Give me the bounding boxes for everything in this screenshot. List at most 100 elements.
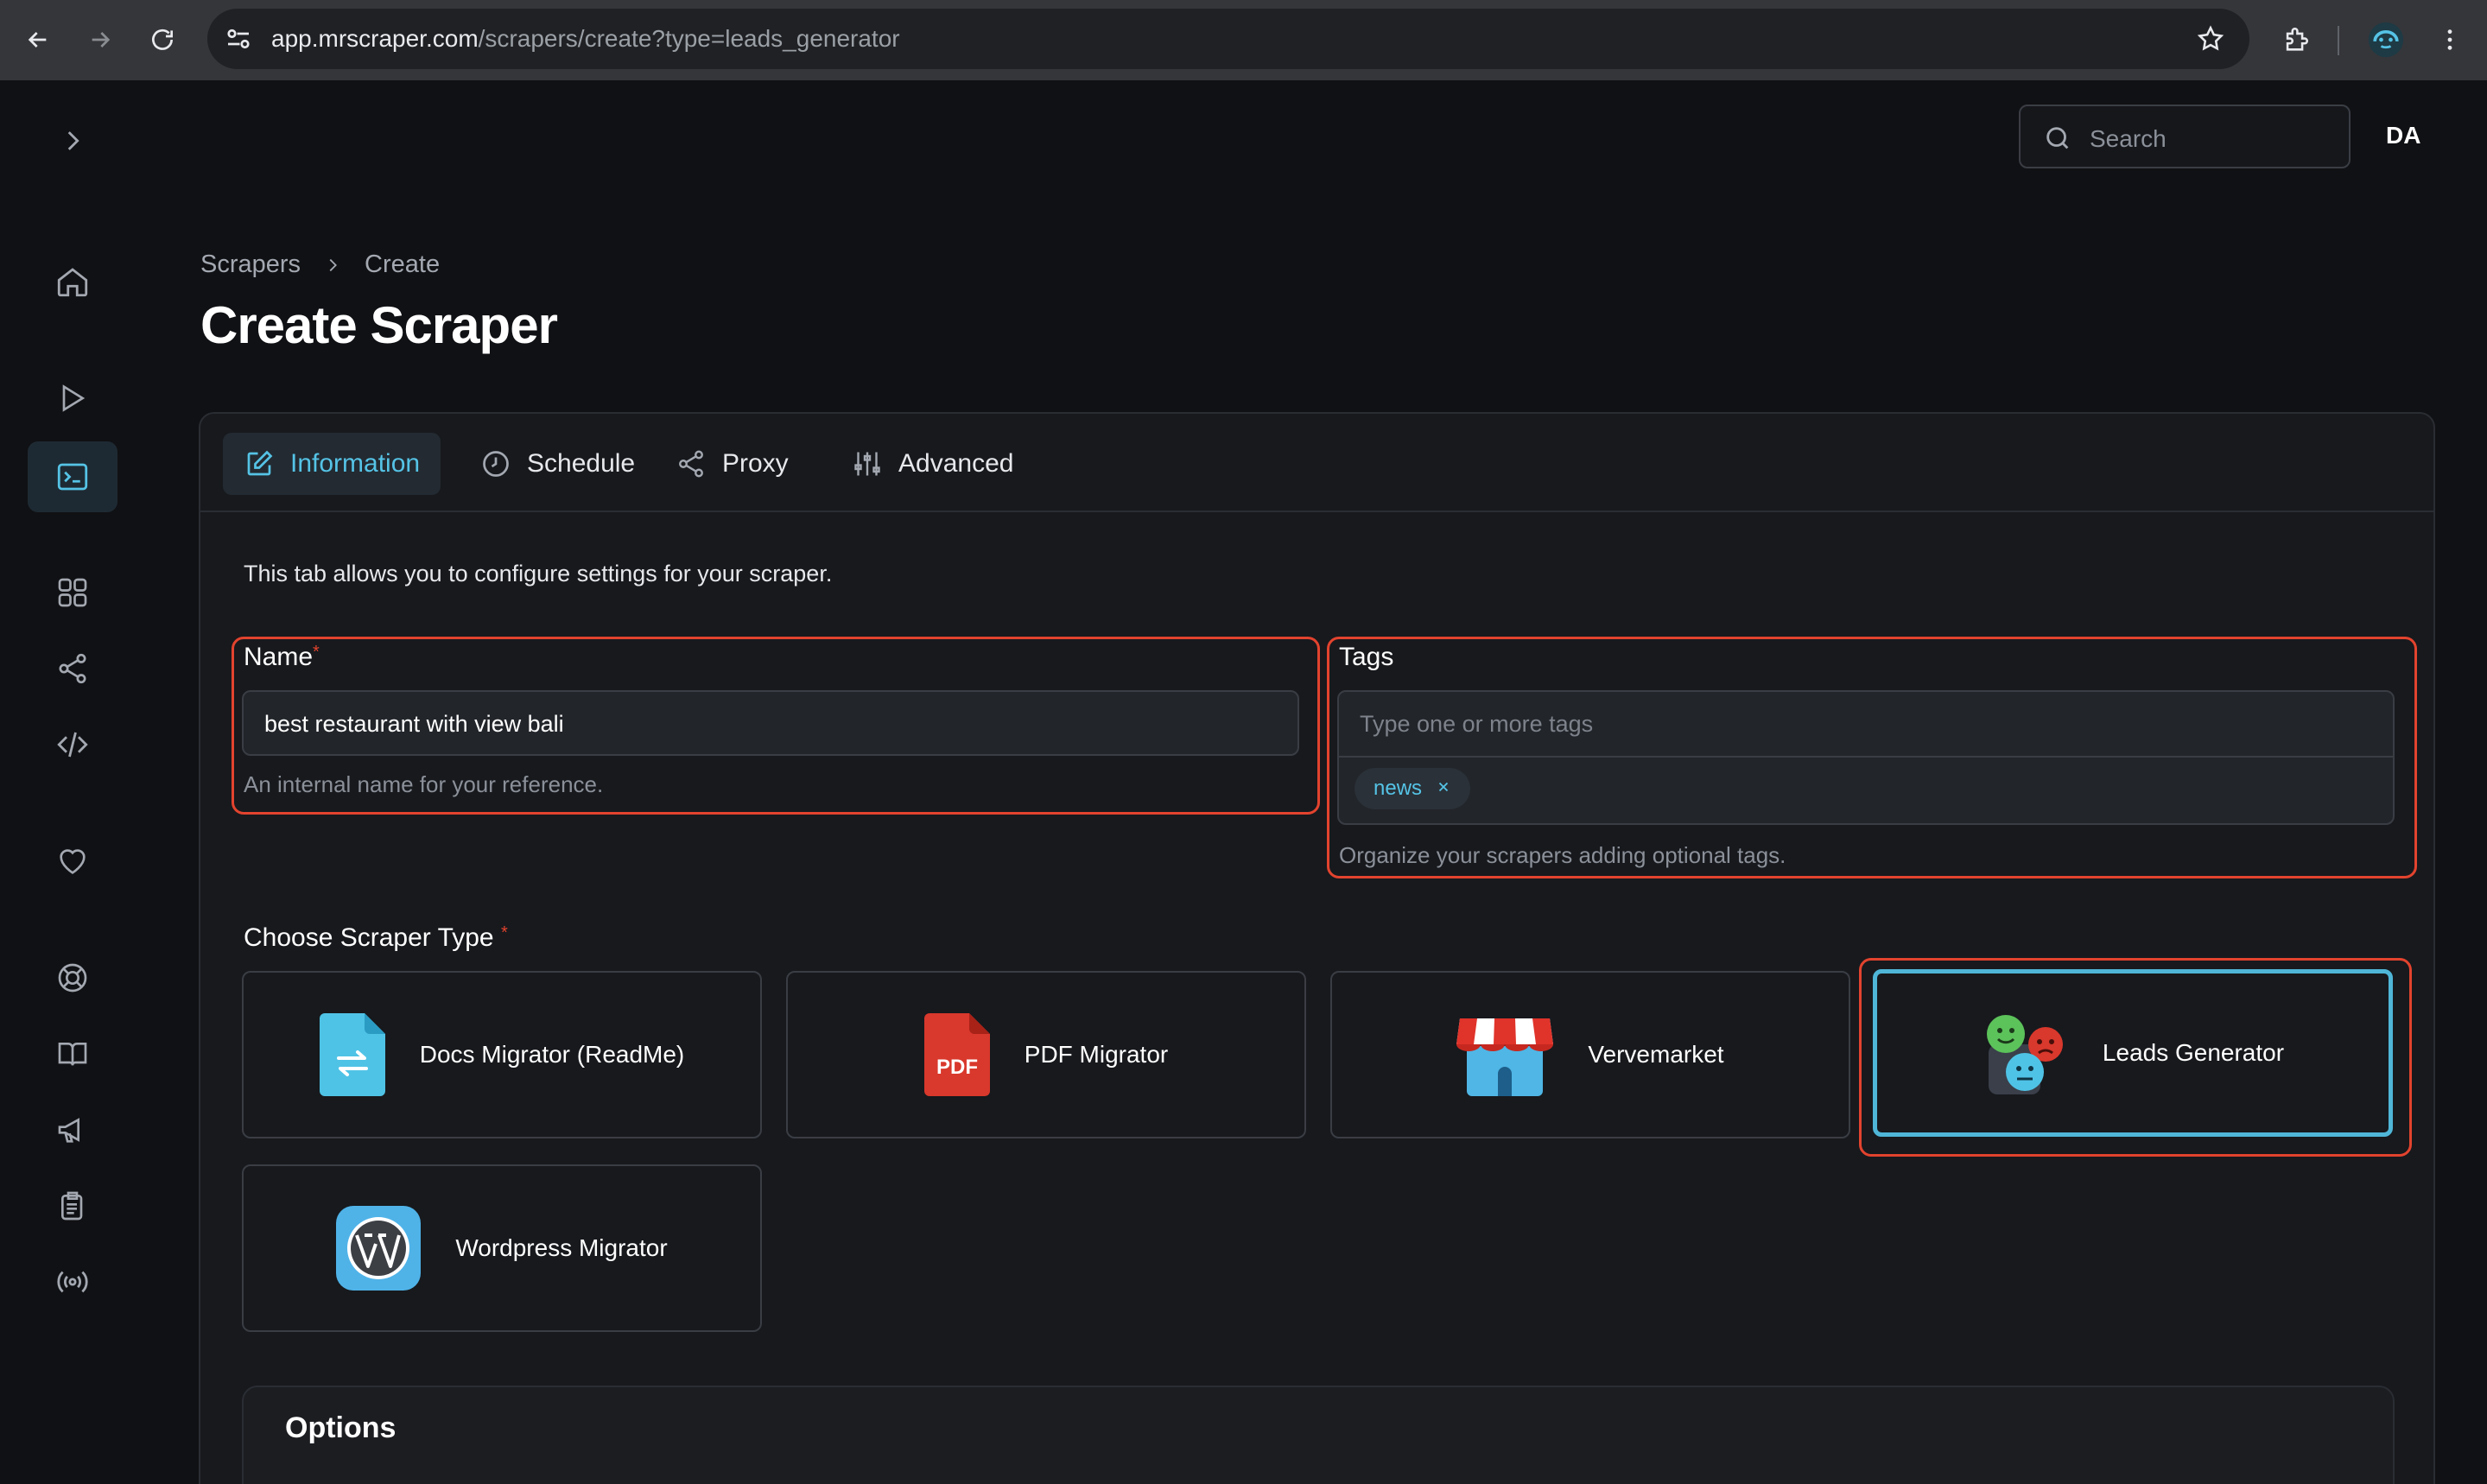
profile-button[interactable] <box>2365 19 2407 60</box>
scraper-form-card: Information Schedule Proxy Advanced This… <box>199 412 2435 1484</box>
scraper-type-wordpress-migrator[interactable]: Wordpress Migrator <box>242 1164 762 1332</box>
code-icon <box>57 732 88 758</box>
tag-label: news <box>1374 777 1423 800</box>
url-text: app.mrscraper.com/scrapers/create?type=l… <box>271 25 900 53</box>
arrow-right-icon <box>92 32 111 48</box>
reload-icon <box>152 29 173 50</box>
sidebar-expand-button[interactable] <box>43 111 102 170</box>
sidebar-item-apps[interactable] <box>43 563 102 622</box>
kebab-menu-icon <box>2447 29 2452 50</box>
tab-bar: Information Schedule Proxy Advanced <box>200 414 2433 512</box>
browser-toolbar: app.mrscraper.com/scrapers/create?type=l… <box>0 0 2487 80</box>
play-icon <box>62 384 86 412</box>
chevron-right-icon <box>329 258 338 271</box>
bookmark-star-icon[interactable] <box>2196 24 2225 58</box>
tab-proxy[interactable]: Proxy <box>655 433 809 495</box>
arrow-left-icon <box>28 32 47 48</box>
wordpress-icon <box>336 1206 422 1291</box>
options-section: Options <box>242 1386 2395 1484</box>
tags-divider <box>1339 756 2393 758</box>
share-icon <box>679 450 703 478</box>
tab-information[interactable]: Information <box>223 433 441 495</box>
clock-icon <box>483 451 509 477</box>
browser-menu-button[interactable] <box>2429 19 2471 60</box>
search-icon <box>2046 127 2069 149</box>
name-hint: An internal name for your reference. <box>244 771 604 797</box>
reload-button[interactable] <box>142 19 183 60</box>
scraper-type-pdf-migrator[interactable]: PDF PDF Migrator <box>786 971 1306 1138</box>
scraper-type-label-text: Choose Scraper Type <box>244 923 494 952</box>
scraper-type-label: Choose Scraper Type * <box>244 923 508 953</box>
breadcrumb: Scrapers Create <box>200 251 440 279</box>
sidebar-item-favorites[interactable] <box>43 832 102 891</box>
site-settings-icon[interactable] <box>223 23 254 59</box>
scraper-type-label: PDF Migrator <box>1024 1041 1169 1068</box>
scraper-type-vervemarket[interactable]: Vervemarket <box>1330 971 1850 1138</box>
broadcast-icon <box>57 1271 88 1293</box>
heart-icon <box>60 849 86 874</box>
tab-description: This tab allows you to configure setting… <box>244 561 833 587</box>
puzzle-icon <box>2286 28 2308 51</box>
required-marker: * <box>500 923 508 942</box>
extensions-button[interactable] <box>2275 19 2317 60</box>
profile-avatar-icon <box>2368 22 2404 58</box>
page-title: Create Scraper <box>200 296 558 354</box>
tags-placeholder: Type one or more tags <box>1360 711 1594 737</box>
name-input[interactable]: best restaurant with view bali <box>242 690 1299 756</box>
sidebar-item-integrations[interactable] <box>43 639 102 698</box>
breadcrumb-scrapers[interactable]: Scrapers <box>200 251 301 279</box>
tab-label: Information <box>290 449 421 478</box>
clipboard-icon <box>61 1191 83 1221</box>
edit-icon <box>247 450 273 476</box>
store-icon <box>1456 1018 1554 1096</box>
user-avatar[interactable]: DA <box>2386 122 2420 149</box>
scraper-type-label: Leads Generator <box>2102 1039 2285 1066</box>
sidebar <box>0 80 144 1484</box>
tab-label: Proxy <box>722 449 789 478</box>
sidebar-item-announcements[interactable] <box>43 1100 102 1159</box>
sidebar-item-runs[interactable] <box>43 369 102 428</box>
remove-tag-icon[interactable] <box>1436 777 1451 801</box>
tab-label: Schedule <box>527 449 636 478</box>
scraper-type-leads-generator[interactable]: Leads Generator <box>1873 969 2393 1137</box>
book-open-icon <box>58 1043 87 1066</box>
tags-input[interactable]: Type one or more tags news <box>1337 690 2395 825</box>
tab-label: Advanced <box>898 449 1014 478</box>
megaphone-icon <box>58 1118 79 1143</box>
scraper-type-label: Docs Migrator (ReadMe) <box>419 1041 685 1068</box>
grid-icon <box>58 578 87 607</box>
search-input[interactable]: Search <box>2019 105 2351 168</box>
docs-migrator-icon <box>319 1013 385 1096</box>
sidebar-item-clipboard[interactable] <box>43 1176 102 1235</box>
sidebar-item-home[interactable] <box>43 252 102 311</box>
tab-schedule[interactable]: Schedule <box>460 433 656 495</box>
tag-chip: news <box>1355 768 1471 809</box>
tab-advanced[interactable]: Advanced <box>831 433 1034 495</box>
sidebar-item-support[interactable] <box>43 948 102 1007</box>
sidebar-item-docs[interactable] <box>43 1024 102 1083</box>
name-label: Name* <box>244 643 320 672</box>
pdf-icon-text: PDF <box>936 1056 978 1079</box>
options-title: Options <box>285 1411 397 1444</box>
url-host: app.mrscraper.com <box>271 25 479 52</box>
share-nodes-icon <box>59 653 86 684</box>
name-label-text: Name <box>244 643 314 671</box>
pdf-icon: PDF <box>923 1013 990 1096</box>
scraper-type-docs-migrator[interactable]: Docs Migrator (ReadMe) <box>242 971 762 1138</box>
forward-button[interactable] <box>79 19 121 60</box>
leads-faces-icon <box>1986 1015 2063 1094</box>
sidebar-item-scrapers[interactable] <box>28 441 117 512</box>
sidebar-item-api[interactable] <box>43 715 102 774</box>
name-input-value: best restaurant with view bali <box>264 711 564 737</box>
sidebar-item-status[interactable] <box>43 1253 102 1311</box>
lifebuoy-icon <box>58 963 87 993</box>
required-marker: * <box>313 643 320 662</box>
tags-hint: Organize your scrapers adding optional t… <box>1339 842 1786 868</box>
back-button[interactable] <box>17 19 59 60</box>
scraper-type-label: Vervemarket <box>1588 1041 1724 1068</box>
sliders-icon <box>854 452 880 476</box>
scraper-type-label: Wordpress Migrator <box>455 1234 668 1261</box>
address-bar[interactable]: app.mrscraper.com/scrapers/create?type=l… <box>207 9 2249 69</box>
tags-label: Tags <box>1339 643 1394 671</box>
search-placeholder: Search <box>2090 125 2167 152</box>
